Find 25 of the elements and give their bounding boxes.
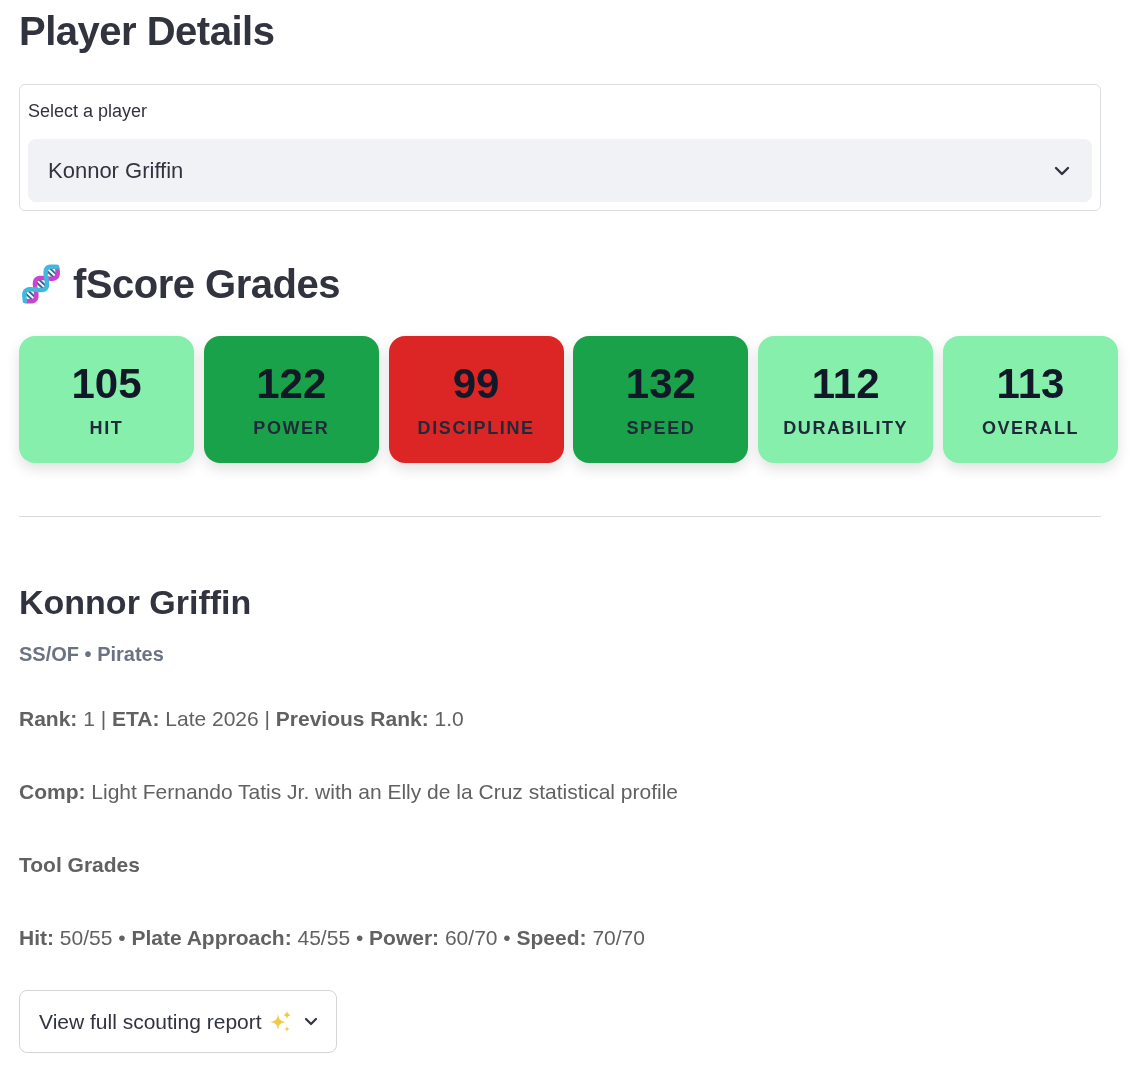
grade-label: SPEED <box>626 416 696 439</box>
grade-value: 105 <box>71 360 142 407</box>
dna-icon <box>19 261 63 307</box>
section-title: fScore Grades <box>73 261 340 308</box>
player-position-team: SS/OF • Pirates <box>19 642 165 667</box>
grade-label: POWER <box>253 416 330 439</box>
grade-label: OVERALL <box>981 416 1080 439</box>
chevron-down-icon <box>1054 165 1070 176</box>
page-title: Player Details <box>19 8 276 55</box>
grade-value: 113 <box>996 360 1065 407</box>
grade-value: 112 <box>811 360 880 407</box>
grade-value: 132 <box>625 360 696 407</box>
grade-label: DISCIPLINE <box>417 416 535 439</box>
tool-grades-heading: Tool Grades <box>19 852 141 878</box>
grade-label: HIT <box>89 416 124 439</box>
comp-line: Comp: Light Fernando Tatis Jr. with an Elly de la Cruz statistical profile <box>19 779 680 805</box>
grade-value: 99 <box>452 360 500 407</box>
grade-label: DURABILITY <box>783 416 909 439</box>
select-label: Select a player <box>28 100 149 123</box>
tool-grades-line: Hit: 50/55 • Plate Approach: 45/55 • Power: 60/70 • Speed: 70/70 <box>19 925 646 951</box>
player-select[interactable]: Konnor Griffin <box>28 139 1092 202</box>
player-name: Konnor Griffin <box>19 582 253 622</box>
rank-line: Rank: 1 | ETA: Late 2026 | Previous Rank: 1.0 <box>19 706 465 732</box>
grade-value: 122 <box>256 360 327 407</box>
scouting-report-expander[interactable]: View full scouting report <box>19 990 337 1053</box>
